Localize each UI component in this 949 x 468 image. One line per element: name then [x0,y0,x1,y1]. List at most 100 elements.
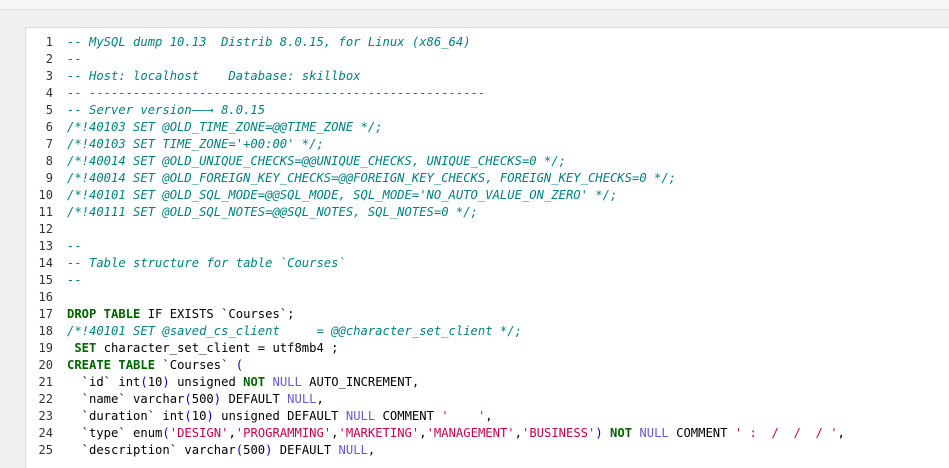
code-token: COMMENT [668,426,735,440]
line-number: 22 [38,392,53,406]
line-number: 8 [45,154,53,168]
code-token: `type` enum [67,426,163,440]
code-token: , [485,409,493,423]
line-content: /*!40101 SET @saved_cs_client = @@charac… [67,323,522,340]
code-token: ( [235,443,244,457]
code-token: 'DESIGN' [169,426,229,440]
code-token: AUTO_INCREMENT, [301,375,420,389]
line-number: 7 [45,137,53,151]
line-number: 5 [45,103,53,117]
code-token: character_set_client = utf8mb4 ; [96,341,339,355]
code-token: `description` varchar [67,443,236,457]
code-token: -- [67,273,82,287]
code-token: 'PROGRAMMING' [235,426,332,440]
code-token: DEFAULT [221,392,288,406]
code-token: unsigned DEFAULT [213,409,346,423]
code-token: 500 [191,392,214,406]
line-content: `type` enum('DESIGN','PROGRAMMING','MARK… [67,425,845,442]
code-token: NULL [345,409,376,423]
line-content: /*!40014 SET @OLD_UNIQUE_CHECKS=@@UNIQUE… [67,153,566,170]
code-token: NULL [272,375,302,389]
code-token: /*!40101 SET @saved_cs_client = @@charac… [67,324,522,338]
line-content: -- [67,238,82,255]
line-number: 18 [38,324,53,338]
code-token: NULL [287,392,317,406]
line-number: 20 [38,358,53,372]
line-number: 17 [38,307,53,321]
line-number: 14 [38,256,53,270]
code-token: 'MARKETING' [338,426,420,440]
code-token: , [316,392,324,406]
code-token: , [331,426,339,440]
line-content: `name` varchar(500) DEFAULT NULL, [67,391,324,408]
code-token: ' ' [441,409,486,423]
code-token: 'BUSINESS' [521,426,596,440]
code-token: ) [206,409,214,423]
line-content: -- Server version——→ 8.0.15 [67,102,265,119]
code-token: /*!40103 SET TIME_ZONE='+00:00' */; [67,137,324,151]
code-token: -- [67,239,82,253]
code-token: IF EXISTS `Courses`; [140,307,295,321]
code-token: DEFAULT [272,443,339,457]
code-token: ) [162,375,170,389]
code-token: ( [235,358,244,372]
code-token: -- Host: localhost Database: skillbox [67,69,361,83]
code-token: CREATE TABLE [67,358,156,372]
code-token: , [367,443,376,457]
line-content: `description` varchar(500) DEFAULT NULL, [67,442,376,459]
line-content: -- Table structure for table `Courses` [67,255,346,272]
line-number: 2 [45,52,53,66]
code-token: /*!40101 SET @OLD_SQL_MODE=@@SQL_MODE, S… [67,188,618,202]
line-content: /*!40103 SET TIME_ZONE='+00:00' */; [67,136,324,153]
line-content: -- [67,272,82,289]
line-number: 11 [38,205,53,219]
code-token: ' : / / / ' [734,426,838,440]
code-token: ) [213,392,222,406]
line-number: 21 [38,375,53,389]
code-token: , [837,426,845,440]
line-content: -- -------------------------------------… [67,85,485,102]
line-content: /*!40101 SET @OLD_SQL_MODE=@@SQL_MODE, S… [67,187,617,204]
line-content: CREATE TABLE `Courses` ( [67,357,243,374]
line-content: /*!40111 SET @OLD_SQL_NOTES=@@SQL_NOTES,… [67,204,478,221]
code-token: DROP TABLE [67,307,141,321]
code-token: , [514,426,522,440]
line-number: 13 [38,239,53,253]
line-content: /*!40014 SET @OLD_FOREIGN_KEY_CHECKS=@@F… [67,170,676,187]
code-token: 10 [147,375,163,389]
code-token: 'MANAGEMENT' [426,426,515,440]
code-token: -- [67,52,82,66]
line-number: 10 [38,188,53,202]
code-token: -- Table structure for table `Courses` [67,256,346,270]
line-number: 12 [38,222,53,236]
line-number: 25 [38,443,53,457]
line-content: -- Host: localhost Database: skillbox [67,68,361,85]
code-token: /*!40103 SET @OLD_TIME_ZONE=@@TIME_ZONE … [67,120,383,134]
code-editor[interactable]: 1 -- MySQL dump 10.13 Distrib 8.0.15, for… [25,27,949,468]
code-token: ( [184,392,192,406]
code-token: NULL [639,426,669,440]
line-content: SET character_set_client = utf8mb4 ; [67,340,339,357]
code-token: /*!40014 SET @OLD_FOREIGN_KEY_CHECKS=@@F… [67,171,677,185]
line-number: 3 [45,69,53,83]
line-number: 19 [38,341,53,355]
code-token: -- Server version——→ 8.0.15 [67,103,266,117]
code-token: NULL [338,443,368,457]
line-number: 23 [38,409,53,423]
line-number: 4 [45,86,53,100]
line-number: 24 [38,426,53,440]
code-token: NOT [610,426,633,440]
code-token: /*!40014 SET @OLD_UNIQUE_CHECKS=@@UNIQUE… [67,154,566,168]
code-token: , [228,426,236,440]
line-number: 1 [45,35,53,49]
code-token: COMMENT [375,409,442,423]
top-toolbar-strip [0,0,949,10]
line-number: 16 [38,290,53,304]
line-number: 9 [45,171,53,185]
code-token: /*!40111 SET @OLD_SQL_NOTES=@@SQL_NOTES,… [67,205,478,219]
line-content: -- [67,51,82,68]
line-content: `id` int(10) unsigned NOT NULL AUTO_INCR… [67,374,420,391]
line-content: -- MySQL dump 10.13 Distrib 8.0.15, for … [67,34,471,51]
code-token: 10 [191,409,207,423]
